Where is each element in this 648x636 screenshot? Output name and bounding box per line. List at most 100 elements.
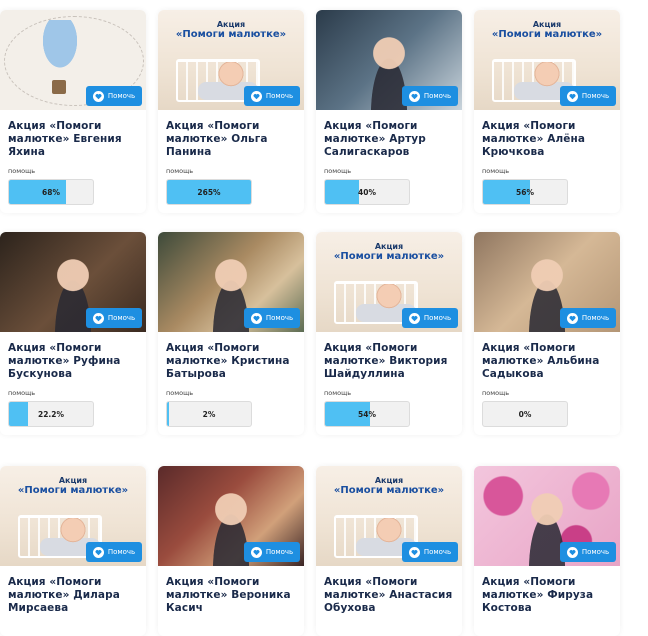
promo-title: Акция «Помоги малютке» — [316, 476, 462, 496]
heart-icon — [408, 312, 420, 324]
promo-title: Акция «Помоги малютке» — [474, 20, 620, 40]
help-button[interactable]: Помочь — [560, 86, 616, 106]
campaign-title[interactable]: Акция «Помоги малютке» Ольга Панина — [166, 120, 296, 159]
baby-illustration — [58, 518, 88, 544]
promo-title: Акция «Помоги малютке» — [0, 476, 146, 496]
campaign-title[interactable]: Акция «Помоги малютке» Фируза Костова — [482, 576, 612, 615]
card-image[interactable]: Помочь — [316, 10, 462, 110]
progress-percent: 22.2% — [37, 409, 65, 419]
fundraiser-card[interactable]: Акция «Помоги малютке» Помочь Акция «Помоги… — [158, 10, 304, 213]
progress-bar: 54% — [324, 401, 410, 427]
heart-icon — [92, 90, 104, 102]
baby-illustration — [374, 284, 404, 310]
fundraiser-card[interactable]: Помочь Акция «Помоги малютке» Артур Салиг… — [316, 10, 462, 213]
help-button-label: Помочь — [423, 548, 452, 556]
help-button[interactable]: Помочь — [86, 308, 142, 328]
baby-illustration — [532, 62, 562, 88]
card-image[interactable]: Помочь — [474, 466, 620, 566]
card-image[interactable]: Помочь — [158, 232, 304, 332]
heart-icon — [92, 546, 104, 558]
promo-title-line1: Акция — [374, 476, 404, 485]
fundraiser-card[interactable]: Помочь Акция «Помоги малютке» Альбина Сад… — [474, 232, 620, 435]
progress-bar: 40% — [324, 179, 410, 205]
help-progress-label: помощь — [8, 389, 36, 397]
help-button[interactable]: Помочь — [402, 542, 458, 562]
promo-title-line1: Акция — [374, 242, 404, 251]
campaign-title[interactable]: Акция «Помоги малютке» Вероника Касич — [166, 576, 296, 615]
help-button[interactable]: Помочь — [244, 308, 300, 328]
card-image[interactable]: Акция «Помоги малютке» Помочь — [316, 232, 462, 332]
help-button-label: Помочь — [107, 548, 136, 556]
help-button-label: Помочь — [423, 92, 452, 100]
fundraiser-card[interactable]: Акция «Помоги малютке» Помочь Акция «Помоги… — [316, 466, 462, 636]
promo-title: Акция «Помоги малютке» — [158, 20, 304, 40]
campaign-title[interactable]: Акция «Помоги малютке» Алёна Крючкова — [482, 120, 612, 159]
heart-icon — [566, 312, 578, 324]
heart-icon — [566, 90, 578, 102]
campaign-title[interactable]: Акция «Помоги малютке» Альбина Садыкова — [482, 342, 612, 381]
help-button-label: Помочь — [107, 314, 136, 322]
balloon-art-illustration — [40, 20, 80, 72]
card-image[interactable]: Акция «Помоги малютке» Помочь — [316, 466, 462, 566]
card-image[interactable]: Помочь — [0, 232, 146, 332]
help-button[interactable]: Помочь — [560, 542, 616, 562]
progress-bar: 0% — [482, 401, 568, 427]
progress-percent: 2% — [202, 409, 216, 419]
fundraiser-card[interactable]: Акция «Помоги малютке» Помочь Акция «Помоги… — [474, 10, 620, 213]
progress-bar: 68% — [8, 179, 94, 205]
card-image[interactable]: Акция «Помоги малютке» Помочь — [0, 466, 146, 566]
help-button[interactable]: Помочь — [244, 86, 300, 106]
promo-title-line2: «Помоги малютке» — [333, 485, 445, 496]
heart-icon — [250, 90, 262, 102]
help-button-label: Помочь — [265, 548, 294, 556]
campaign-title[interactable]: Акция «Помоги малютке» Виктория Шайдулли… — [324, 342, 454, 381]
card-image[interactable]: Акция «Помоги малютке» Помочь — [158, 10, 304, 110]
help-button[interactable]: Помочь — [244, 542, 300, 562]
help-button-label: Помочь — [265, 314, 294, 322]
help-progress-label: помощь — [166, 389, 194, 397]
help-progress-label: помощь — [8, 167, 36, 175]
progress-bar: 56% — [482, 179, 568, 205]
help-progress-label: помощь — [166, 167, 194, 175]
campaign-title[interactable]: Акция «Помоги малютке» Артур Салигаскаро… — [324, 120, 454, 159]
progress-percent: 265% — [197, 187, 221, 197]
campaign-title[interactable]: Акция «Помоги малютке» Кристина Батырова — [166, 342, 296, 381]
promo-title-line2: «Помоги малютке» — [491, 29, 603, 40]
card-image[interactable]: Акция «Помоги малютке» Помочь — [474, 10, 620, 110]
help-progress-label: помощь — [482, 389, 510, 397]
help-button[interactable]: Помочь — [86, 86, 142, 106]
progress-percent: 68% — [42, 187, 60, 197]
help-button[interactable]: Помочь — [402, 308, 458, 328]
fundraiser-card[interactable]: Помочь Акция «Помоги малютке» Евгения Яхи… — [0, 10, 146, 213]
fundraiser-card[interactable]: Помочь Акция «Помоги малютке» Фируза Кост… — [474, 466, 620, 636]
help-button[interactable]: Помочь — [86, 542, 142, 562]
progress-percent: 40% — [358, 187, 376, 197]
promo-title-line1: Акция — [532, 20, 562, 29]
campaign-title[interactable]: Акция «Помоги малютке» Дилара Мирсаева — [8, 576, 138, 615]
help-button[interactable]: Помочь — [560, 308, 616, 328]
heart-icon — [250, 312, 262, 324]
campaign-title[interactable]: Акция «Помоги малютке» Руфина Бускунова — [8, 342, 138, 381]
help-progress-label: помощь — [324, 389, 352, 397]
fundraiser-card[interactable]: Помочь Акция «Помоги малютке» Руфина Буск… — [0, 232, 146, 435]
promo-title-line1: Акция — [216, 20, 246, 29]
promo-title: Акция «Помоги малютке» — [316, 242, 462, 262]
fundraiser-card[interactable]: Акция «Помоги малютке» Помочь Акция «Помоги… — [0, 466, 146, 636]
promo-title-line1: Акция — [58, 476, 88, 485]
campaign-title[interactable]: Акция «Помоги малютке» Евгения Яхина — [8, 120, 138, 159]
fundraiser-card[interactable]: Акция «Помоги малютке» Помочь Акция «Помоги… — [316, 232, 462, 435]
progress-percent: 54% — [358, 409, 376, 419]
help-button-label: Помочь — [581, 548, 610, 556]
card-image[interactable]: Помочь — [0, 10, 146, 110]
card-image[interactable]: Помочь — [158, 466, 304, 566]
help-progress-label: помощь — [324, 167, 352, 175]
help-button-label: Помочь — [581, 92, 610, 100]
campaign-title[interactable]: Акция «Помоги малютке» Анастасия Обухова — [324, 576, 454, 615]
card-image[interactable]: Помочь — [474, 232, 620, 332]
fundraiser-card[interactable]: Помочь Акция «Помоги малютке» Кристина Ба… — [158, 232, 304, 435]
progress-bar: 2% — [166, 401, 252, 427]
fundraiser-card[interactable]: Помочь Акция «Помоги малютке» Вероника Ка… — [158, 466, 304, 636]
help-button[interactable]: Помочь — [402, 86, 458, 106]
progress-percent: 0% — [518, 409, 532, 419]
heart-icon — [408, 546, 420, 558]
